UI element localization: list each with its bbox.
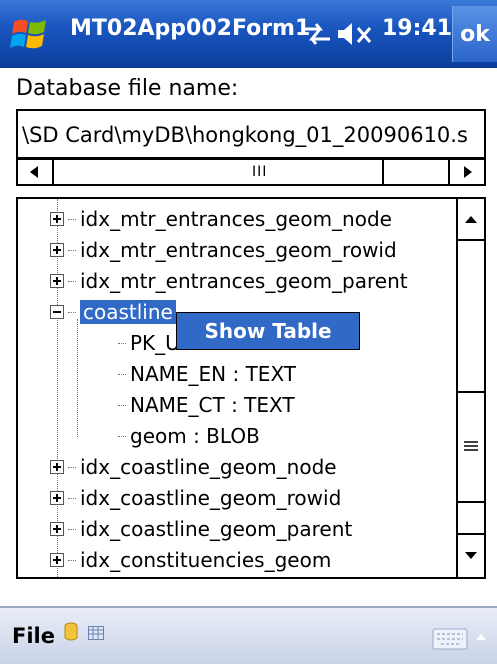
tree-item-label: coastline <box>80 300 176 324</box>
table-icon[interactable] <box>88 626 104 640</box>
scroll-up-button[interactable] <box>458 199 484 241</box>
context-menu-show-table[interactable]: Show Table <box>176 312 360 350</box>
tree-item-label: idx_mtr_entrances_geom_node <box>80 207 392 231</box>
tree-item[interactable]: idx_coastline_geom_node <box>50 452 337 482</box>
expand-icon[interactable] <box>50 243 64 257</box>
tree-guide-line-child <box>77 319 78 437</box>
scroll-left-button[interactable] <box>18 160 54 184</box>
ok-button[interactable]: ok <box>452 6 497 62</box>
tree-item[interactable]: idx_mtr_entrances_geom_rowid <box>50 235 397 265</box>
tree-child-item[interactable]: NAME_CT : TEXT <box>118 390 295 420</box>
tree-item-label: geom : BLOB <box>130 424 260 448</box>
expand-icon[interactable] <box>50 553 64 567</box>
tree-item-label: idx_coastline_geom_node <box>80 455 337 479</box>
scroll-grip: III <box>252 164 268 180</box>
tree-item-label: idx_mtr_entrances_geom_rowid <box>80 238 397 262</box>
expand-icon[interactable] <box>50 212 64 226</box>
vertical-scrollbar[interactable] <box>456 199 484 577</box>
expand-icon[interactable] <box>50 522 64 536</box>
tree-item-label: NAME_CT : TEXT <box>130 393 295 417</box>
menu-bar: File <box>0 606 497 664</box>
file-menu[interactable]: File <box>12 624 55 648</box>
scroll-thumb[interactable]: III <box>54 160 384 184</box>
scroll-thumb-vertical[interactable] <box>458 393 484 503</box>
arrow-up-icon <box>465 216 477 223</box>
collapse-icon[interactable] <box>50 305 64 319</box>
tree-content: idx_mtr_entrances_geom_node idx_mtr_entr… <box>18 199 458 577</box>
tree-item[interactable]: idx_mtr_entrances_geom_parent <box>50 266 408 296</box>
arrow-down-icon <box>465 552 477 559</box>
scroll-grip <box>464 441 478 451</box>
tree-item-coastline[interactable]: coastline <box>50 297 176 327</box>
expand-icon[interactable] <box>50 274 64 288</box>
scroll-track-lower[interactable] <box>458 503 484 535</box>
keyboard-icon[interactable] <box>432 628 468 650</box>
title-bar: MT02App002Form1 19:41 ok <box>0 0 497 68</box>
tree-item[interactable]: idx_mtr_entrances_geom_node <box>50 204 392 234</box>
expand-icon[interactable] <box>50 491 64 505</box>
db-path-text: \SD Card\myDB\hongkong_01_20090610.s <box>22 123 468 147</box>
tree-item-label: idx_mtr_entrances_geom_parent <box>80 269 408 293</box>
db-path-field[interactable]: \SD Card\myDB\hongkong_01_20090610.s <box>16 109 486 159</box>
volume-muted-icon[interactable] <box>336 20 376 48</box>
scroll-down-button[interactable] <box>458 535 484 577</box>
app-title: MT02App002Form1 <box>70 16 311 41</box>
arrow-left-icon <box>30 166 38 178</box>
db-file-label: Database file name: <box>16 76 239 101</box>
tree-item-label: NAME_EN : TEXT <box>130 362 297 386</box>
tree-item-label: idx_coastline_geom_rowid <box>80 486 342 510</box>
clock[interactable]: 19:41 <box>382 16 452 41</box>
windows-flag-icon[interactable] <box>8 12 52 56</box>
database-icon[interactable] <box>64 622 78 642</box>
horizontal-scrollbar[interactable]: III <box>16 158 486 186</box>
tree-child-item[interactable]: geom : BLOB <box>118 421 260 451</box>
arrow-right-icon <box>464 166 472 178</box>
tree-item-label: PK_U <box>130 331 180 355</box>
tree-item-label: idx_constituencies_geom <box>80 548 332 572</box>
tree-item[interactable]: idx_coastline_geom_rowid <box>50 483 341 513</box>
tree-item[interactable]: idx_coastline_geom_parent <box>50 514 352 544</box>
tree-child-item[interactable]: PK_U <box>118 328 180 358</box>
schema-tree-view[interactable]: idx_mtr_entrances_geom_node idx_mtr_entr… <box>16 197 486 579</box>
tree-item-label: idx_coastline_geom_parent <box>80 517 353 541</box>
connectivity-icon[interactable] <box>298 20 334 48</box>
scroll-right-button[interactable] <box>448 160 484 184</box>
scroll-track-upper[interactable] <box>458 241 484 393</box>
expand-icon[interactable] <box>50 460 64 474</box>
chevron-up-icon[interactable] <box>474 632 488 642</box>
tree-child-item[interactable]: NAME_EN : TEXT <box>118 359 296 389</box>
tree-item[interactable]: idx_constituencies_geom <box>50 545 331 575</box>
